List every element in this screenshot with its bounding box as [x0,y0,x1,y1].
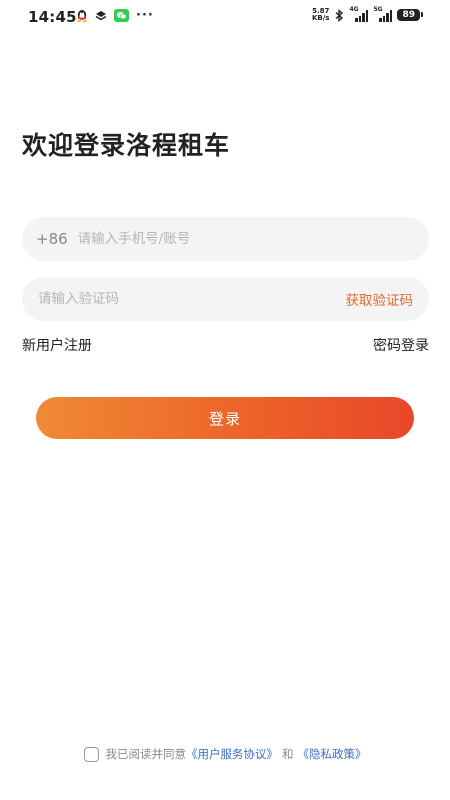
login-options-row: 新用户注册 密码登录 [22,335,429,355]
country-code-prefix: +86 [36,230,68,248]
password-login-link[interactable]: 密码登录 [373,335,429,355]
layers-icon [95,10,107,22]
privacy-policy-link[interactable]: 《隐私政策》 [298,746,367,762]
agreement-prefix: 我已阅读并同意 [105,747,187,761]
status-right-icons: 5.87 KB/s 4G 5G 89 [312,6,423,22]
verification-code-field[interactable]: 获取验证码 [22,277,429,321]
phone-field[interactable]: +86 [22,217,429,261]
battery-icon: 89 [397,9,423,21]
page-title: 欢迎登录洛程租车 [22,131,231,160]
register-link[interactable]: 新用户注册 [22,335,92,355]
status-time: 14:45 [28,8,77,26]
agreement-and: 和 [282,747,294,761]
wechat-icon [114,9,129,22]
net-speed-unit: KB/s [311,14,330,22]
get-code-button[interactable]: 获取验证码 [346,289,414,309]
sim1-label: 4G [349,6,359,13]
agreement-row: 我已阅读并同意 《用户服务协议》 和 《隐私政策》 [0,746,450,762]
more-notifications-icon: ··· [136,7,154,23]
bluetooth-icon [334,8,344,22]
login-button[interactable]: 登录 [36,397,414,439]
agreement-checkbox[interactable] [83,746,99,762]
status-bar: 14:45 ··· 5.87 KB/s 4G 5G 89 [0,0,450,34]
notification-icons: ··· [76,9,154,22]
qq-penguin-icon [76,9,88,22]
sim2-label: 5G [373,6,383,13]
signal-4g-icon: 4G [349,6,369,22]
phone-input[interactable] [77,217,429,261]
user-agreement-link[interactable]: 《用户服务协议》 [186,746,278,762]
signal-5g-icon: 5G [373,6,393,22]
verification-code-input[interactable] [38,277,346,321]
network-speed: 5.87 KB/s [312,8,329,22]
